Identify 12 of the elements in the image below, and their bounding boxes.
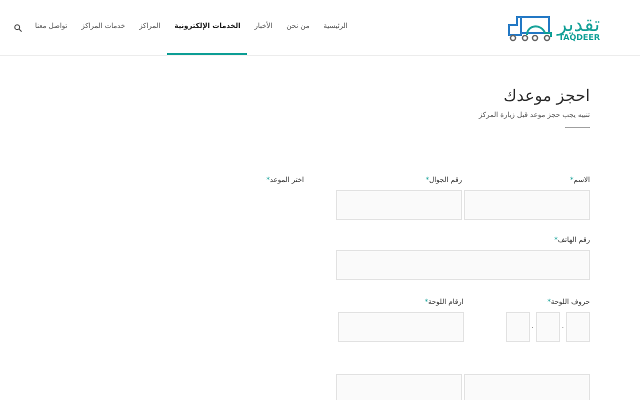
input-field[interactable] bbox=[464, 374, 590, 400]
input-field[interactable] bbox=[506, 312, 530, 342]
input-field[interactable] bbox=[536, 312, 560, 342]
input-field[interactable] bbox=[336, 374, 462, 400]
logo-wordmark: تقدير bbox=[557, 14, 600, 34]
input-field[interactable] bbox=[338, 312, 464, 342]
input-field[interactable] bbox=[336, 250, 590, 280]
input-field[interactable] bbox=[464, 190, 590, 220]
search-icon[interactable] bbox=[14, 24, 22, 32]
page-title: احجز موعدك bbox=[502, 86, 590, 106]
input-field[interactable] bbox=[566, 312, 590, 342]
input-field[interactable] bbox=[336, 190, 462, 220]
